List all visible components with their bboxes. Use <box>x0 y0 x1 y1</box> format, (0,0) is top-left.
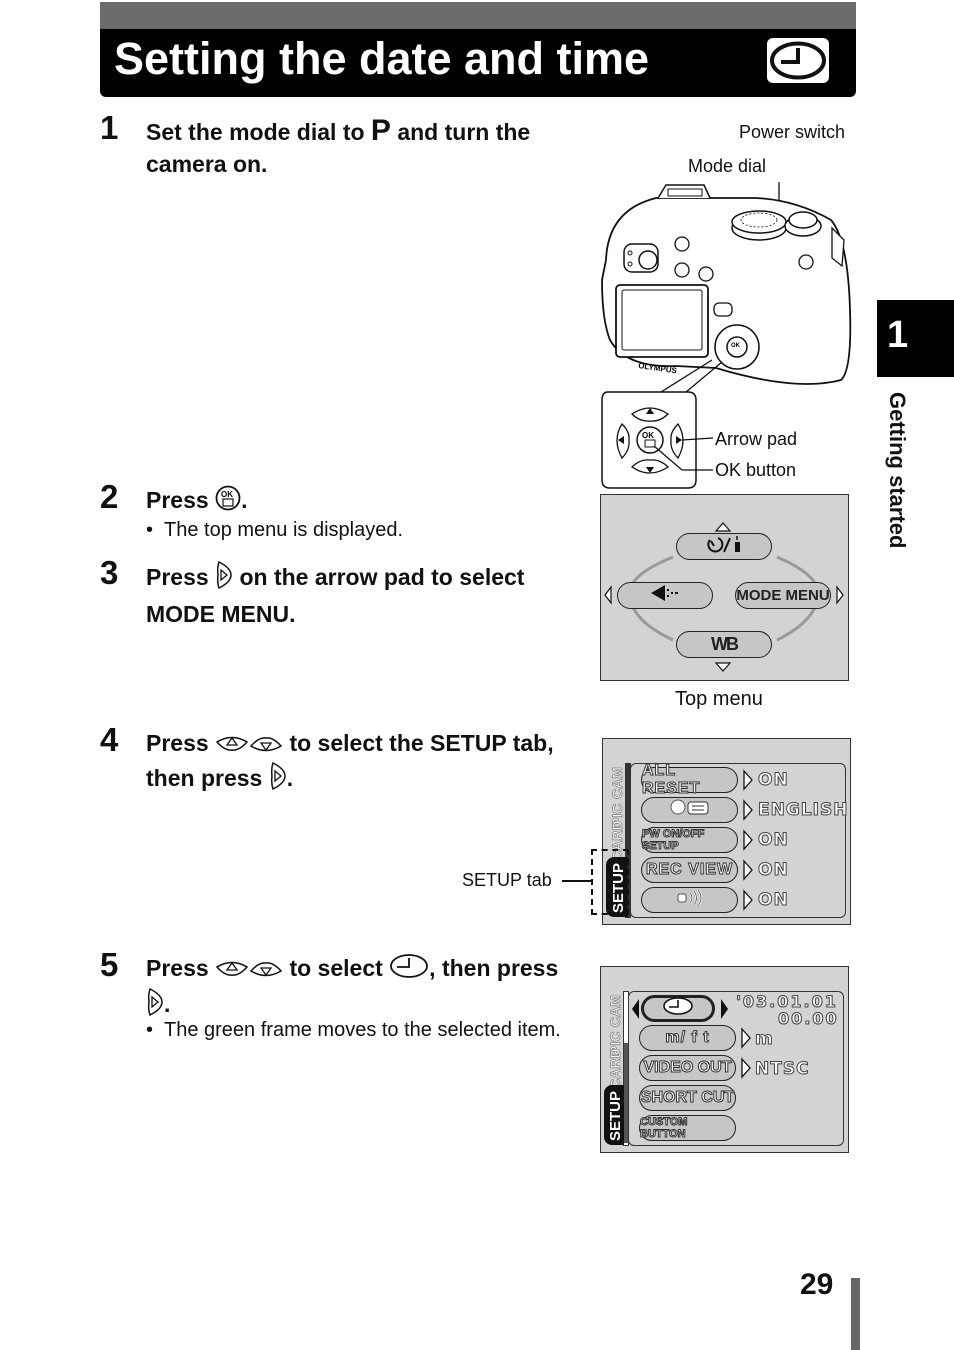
arrow-pad-label: Arrow pad <box>715 429 798 449</box>
step-text: Press <box>146 487 216 514</box>
row-value: ENGLISH <box>757 800 849 821</box>
menu-row-rec-view[interactable]: REC VIEW <box>641 857 738 883</box>
right-arrow-button-icon <box>215 560 233 598</box>
step-text: . <box>286 765 294 791</box>
step-number: 5 <box>100 946 119 983</box>
step-2-bullet: • The top menu is displayed. <box>146 519 404 541</box>
step-text: Press <box>146 955 216 981</box>
step-5-text: Press to select , then press . <box>146 952 566 1025</box>
step-text: to select <box>283 955 390 981</box>
step-number: 3 <box>100 554 119 591</box>
down-arrow-icon <box>714 662 732 672</box>
menu-row-units[interactable]: m/ f t <box>639 1025 736 1051</box>
menu-row-pw-setup[interactable]: PW ON/OFF SETUP <box>641 827 738 853</box>
tab-cam[interactable]: CAM <box>607 995 624 1028</box>
tab-setup[interactable]: SETUP <box>607 1087 624 1141</box>
menu-row-short-cut[interactable]: SHORT CUT <box>639 1085 736 1111</box>
chapter-number: 1 <box>887 314 909 356</box>
clock-icon <box>767 38 829 83</box>
row-value: NTSC <box>755 1059 810 1080</box>
step-number: 1 <box>100 109 119 146</box>
self-timer-remote-icon <box>704 534 744 559</box>
svg-text:OK: OK <box>731 343 741 349</box>
step-text: Press <box>146 564 216 591</box>
setup-screen-2: CAM PIC CARD SETUP m/ f t VIDEO OUT SHOR… <box>600 966 849 1153</box>
top-menu-item-flash-compensation[interactable] <box>617 582 713 609</box>
ok-button-icon: OK <box>215 484 241 520</box>
right-arrow-icon <box>836 585 844 605</box>
chapter-tab: 1 <box>877 300 954 377</box>
left-arrow-icon <box>604 585 612 605</box>
step-5-bullet: • The green frame moves to the selected i… <box>146 1019 561 1041</box>
beep-icon <box>676 888 704 912</box>
setup-screen-1: CAM PIC CARD SETUP ALL RESET PW ON/OFF S… <box>591 738 851 925</box>
step-text: Press <box>146 730 216 756</box>
bullet-text: The top menu is displayed. <box>164 519 404 541</box>
svg-text:OK: OK <box>221 490 233 499</box>
step-1-text: Set the mode dial to P and turn the came… <box>146 115 586 180</box>
ok-button-label: OK button <box>715 460 797 480</box>
row-arrows <box>743 769 753 911</box>
title-bar-stripe <box>100 2 856 29</box>
ok-text: OK <box>642 431 654 440</box>
step-text: . <box>241 487 248 514</box>
menu-row-beep[interactable] <box>641 887 738 913</box>
chapter-label: Getting started <box>885 392 910 549</box>
step-3-text: Press on the arrow pad to select MODE ME… <box>146 560 576 630</box>
right-arrow-button-icon <box>269 761 287 799</box>
step-text: Set the mode dial to <box>146 119 371 145</box>
row-value: ON <box>758 830 789 851</box>
time-value: 00.00 <box>778 1009 839 1029</box>
callout-leader-line <box>562 880 592 882</box>
top-menu-caption: Top menu <box>675 688 763 710</box>
menu-row-video-out[interactable]: VIDEO OUT <box>639 1055 736 1081</box>
step-4-text: Press to select the SETUP tab, then pres… <box>146 727 566 799</box>
row-arrows <box>741 1027 751 1079</box>
top-menu-screen: MODE MENU WB <box>600 494 849 681</box>
down-arrow-button-icon <box>249 729 283 761</box>
tab-cam[interactable]: CAM <box>609 767 626 800</box>
step-text: , then press <box>429 955 559 981</box>
page-title: Setting the date and time <box>114 33 650 84</box>
title-bar: Setting the date and time <box>100 2 856 97</box>
language-icon <box>668 798 712 823</box>
up-arrow-button-icon <box>215 954 249 986</box>
setup-tab-highlight-frame <box>591 849 629 915</box>
row-value: m <box>755 1029 774 1050</box>
up-arrow-icon <box>714 522 732 532</box>
top-menu-item-wb[interactable]: WB <box>676 631 772 658</box>
flash-compensation-icon <box>649 585 681 606</box>
clock-icon <box>389 953 429 987</box>
scrollbar-thumb[interactable] <box>624 1043 628 1143</box>
step-text: . <box>164 991 171 1017</box>
bullet-text: The green frame moves to the selected it… <box>164 1019 561 1041</box>
page-edge-bar <box>851 1278 860 1350</box>
menu-row-language[interactable] <box>641 797 738 823</box>
selection-arrows <box>632 999 728 1019</box>
page-number: 29 <box>800 1268 834 1301</box>
row-value: ON <box>758 860 789 881</box>
step-number: 4 <box>100 721 119 758</box>
setup-tab-callout: SETUP tab <box>462 870 552 890</box>
step-2-text: Press OK. <box>146 484 586 520</box>
menu-row-all-reset[interactable]: ALL RESET <box>641 762 738 798</box>
top-menu-item-mode-menu[interactable]: MODE MENU <box>735 582 831 609</box>
top-menu-item-self-timer[interactable] <box>676 533 772 560</box>
menu-row-custom-button[interactable]: CUSTOM BUTTON <box>639 1115 736 1141</box>
step-number: 2 <box>100 478 119 515</box>
down-arrow-button-icon <box>249 954 283 986</box>
mode-p-glyph: P <box>370 114 391 147</box>
up-arrow-button-icon <box>215 729 249 761</box>
row-value: ON <box>758 890 789 911</box>
row-value: ON <box>758 770 789 791</box>
